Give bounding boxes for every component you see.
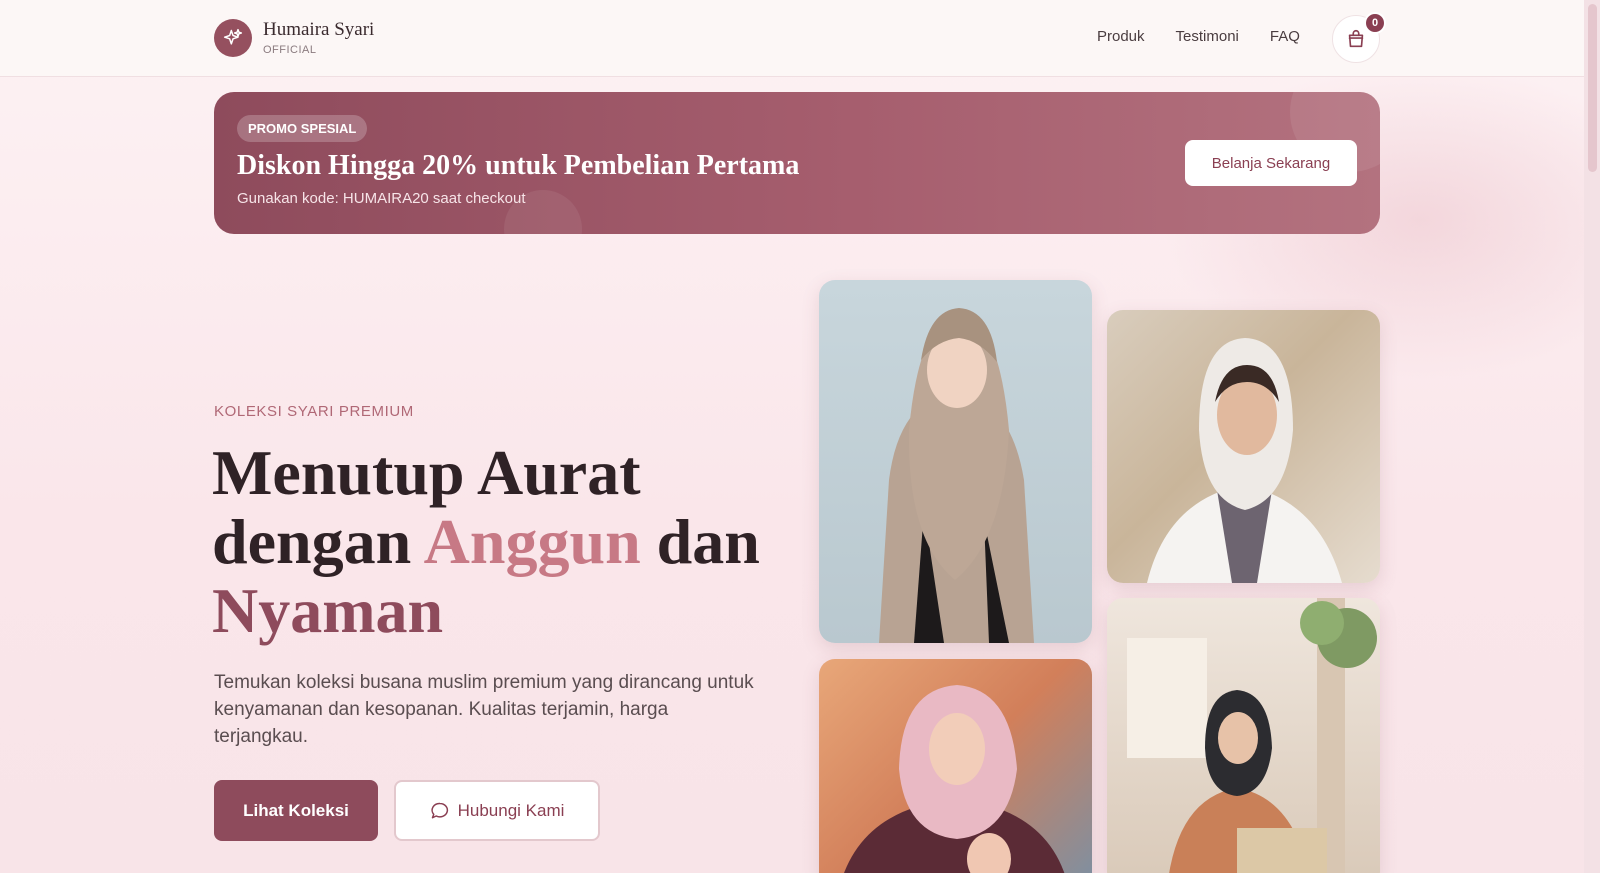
headline-accent: Anggun	[423, 506, 641, 577]
nav-link-faq[interactable]: FAQ	[1270, 28, 1300, 45]
cart-count-badge: 0	[1364, 12, 1386, 34]
promo-badge: PROMO SPESIAL	[237, 115, 368, 142]
hero-description: Temukan koleksi busana muslim premium ya…	[214, 672, 754, 747]
headline-line-2: dengan	[212, 506, 424, 577]
headline-line-1: Menutup Aurat	[212, 437, 641, 508]
contact-us-label: Hubungi Kami	[457, 800, 565, 820]
hero-headline: Menutup Aurat dengan Anggun dan Nyaman	[212, 438, 792, 645]
main-nav: Produk Testimoni FAQ	[1097, 28, 1331, 45]
product-photo-4	[1107, 598, 1380, 873]
sparkle-icon	[214, 19, 252, 57]
hero-eyebrow: KOLEKSI SYARI PREMIUM	[214, 403, 414, 420]
page-scrollbar[interactable]	[1584, 0, 1600, 873]
promo-title: Diskon Hingga 20% untuk Pembelian Pertam…	[237, 150, 800, 181]
promo-banner: PROMO SPESIAL Diskon Hingga 20% untuk Pe…	[214, 92, 1380, 234]
product-photo-2	[1107, 310, 1380, 583]
nav-link-produk[interactable]: Produk	[1097, 28, 1145, 45]
contact-us-button[interactable]: Hubungi Kami	[394, 780, 600, 841]
site-header: Humaira Syari OFFICIAL Produk Testimoni …	[0, 0, 1584, 77]
scrollbar-thumb[interactable]	[1588, 4, 1597, 172]
shopping-bag-icon	[1348, 29, 1364, 48]
shop-now-button[interactable]: Belanja Sekarang	[1185, 140, 1357, 186]
brand[interactable]: Humaira Syari OFFICIAL	[214, 19, 374, 57]
product-photo-3	[819, 659, 1092, 873]
headline-accent-2: Nyaman	[212, 575, 444, 646]
brand-name: Humaira Syari	[263, 19, 375, 40]
brand-text: Humaira Syari OFFICIAL	[263, 20, 374, 56]
cart-button[interactable]: 0	[1332, 12, 1386, 63]
nav-link-testimoni[interactable]: Testimoni	[1176, 28, 1239, 45]
brand-subtitle: OFFICIAL	[263, 44, 317, 56]
promo-subtitle: Gunakan kode: HUMAIRA20 saat checkout	[237, 190, 526, 207]
headline-line-3: dan	[640, 506, 760, 577]
chat-bubble-icon	[430, 802, 448, 818]
product-photo-1	[819, 280, 1092, 643]
view-collection-button[interactable]: Lihat Koleksi	[214, 780, 378, 841]
